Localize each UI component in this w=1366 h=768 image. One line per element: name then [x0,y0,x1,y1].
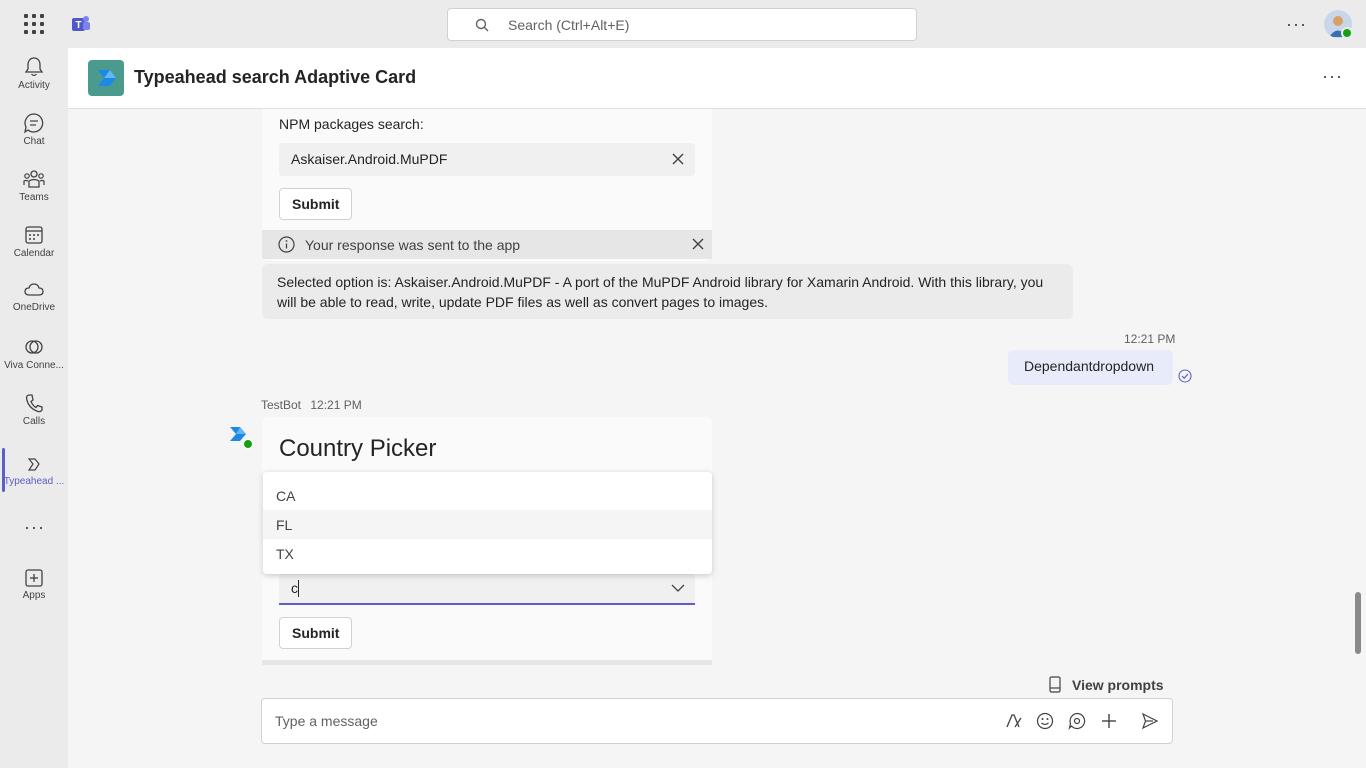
app-rail: Activity Chat Teams Calendar OneDrive Vi… [0,48,68,768]
chat-scrollbar[interactable] [1355,592,1361,654]
presence-available-icon [1341,27,1353,39]
chat-icon [24,113,44,134]
phone-icon [25,394,43,413]
rail-item-calls[interactable]: Calls [0,392,68,444]
app-icon [27,458,40,471]
rail-item-onedrive[interactable]: OneDrive [0,280,68,332]
sender-name: TestBot [261,398,302,412]
rail-item-viva[interactable]: Viva Conne... [0,336,68,388]
bot-message: Selected option is: Askaiser.Android.MuP… [262,264,1073,319]
search-icon [475,18,489,32]
submit-button[interactable]: Submit [279,617,353,649]
send-icon[interactable] [1141,712,1159,730]
rail-item-label: Calls [22,416,46,427]
presence-available-icon [243,439,253,449]
plus-icon[interactable] [1100,712,1118,730]
card-title: Country Picker [279,435,437,462]
state-typeahead-input[interactable]: c [279,573,695,605]
clear-icon[interactable] [671,152,685,166]
rail-item-label: OneDrive [12,302,56,313]
rail-item-calendar[interactable]: Calendar [0,224,68,276]
message-timestamp: 12:21 PM [1124,332,1176,346]
sent-message: Dependantdropdown [1008,350,1173,385]
teams-logo-icon: T [72,16,90,31]
typeahead-dropdown: CA FL TX [263,471,712,574]
emoji-icon[interactable] [1036,712,1054,730]
rail-item-label: Viva Conne... [4,360,64,371]
read-receipt-icon [1178,369,1192,383]
chat-area: NPM packages search: Askaiser.Android.Mu… [68,109,1366,768]
info-icon [278,236,295,253]
rail-item-chat[interactable]: Chat [0,112,68,164]
chat-header: Typeahead search Adaptive Card ··· [68,48,1366,109]
header-more-icon[interactable]: ··· [1322,66,1343,87]
rail-item-label: Activity [18,80,50,91]
format-icon[interactable] [1005,712,1023,730]
message-composer[interactable]: Type a message [261,698,1173,744]
npm-search-input[interactable]: Askaiser.Android.MuPDF [279,143,695,176]
rail-item-activity[interactable]: Activity [0,56,68,108]
input-value: c [291,580,298,596]
response-text: Your response was sent to the app [305,237,521,253]
rail-item-label: Chat [23,136,45,147]
dismiss-icon[interactable] [692,238,704,250]
rail-item-label: Teams [19,192,49,203]
app-launcher-icon[interactable] [24,14,44,34]
message-timestamp: 12:21 PM [310,398,362,412]
card-label: NPM packages search: [279,116,424,132]
rail-item-label: Apps [22,590,46,601]
dropdown-option[interactable]: CA [263,481,712,510]
message-meta: TestBot 12:21 PM [261,398,362,412]
page-title: Typeahead search Adaptive Card [134,67,417,87]
teams-icon [23,170,45,188]
adaptive-card-npm-search: NPM packages search: Askaiser.Android.Mu… [262,109,712,261]
bell-icon [24,57,44,77]
settings-more-icon[interactable]: ··· [1286,14,1307,35]
cloud-icon [24,283,44,296]
viva-icon [25,340,43,354]
response-banner: Your response was sent to the app [262,230,712,259]
search-input[interactable]: Search (Ctrl+Alt+E) [447,8,917,41]
input-value: Askaiser.Android.MuPDF [291,151,448,167]
composer-placeholder: Type a message [275,713,378,729]
card-footer [262,660,712,665]
text-caret [298,580,299,597]
view-prompts-label: View prompts [1072,677,1164,693]
rail-item-teams[interactable]: Teams [0,168,68,220]
top-bar: T Search (Ctrl+Alt+E) ··· [0,0,1366,48]
submit-button[interactable]: Submit [279,188,353,220]
rail-item-typeahead[interactable]: Typeahead ... [0,456,68,508]
dropdown-option[interactable]: TX [263,539,712,568]
more-apps-icon[interactable]: ··· [24,517,45,538]
apps-icon [25,569,43,587]
svg-text:T: T [75,20,81,31]
rail-item-label: Typeahead ... [3,476,65,487]
search-placeholder: Search (Ctrl+Alt+E) [508,17,630,33]
rail-item-label: Calendar [13,248,55,259]
dropdown-option[interactable]: FL [263,510,712,539]
loop-icon[interactable] [1068,712,1086,730]
prompts-book-icon [1049,676,1061,693]
calendar-icon [25,226,43,244]
rail-item-apps[interactable]: Apps [0,568,68,620]
app-tile-icon [88,60,124,96]
chevron-down-icon[interactable] [671,583,685,593]
